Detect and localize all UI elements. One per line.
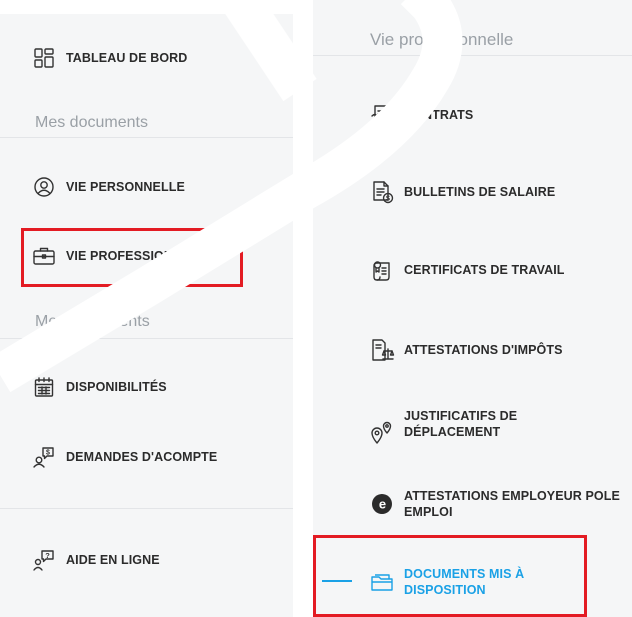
svg-text:e: e [379,497,386,512]
submenu-panel [313,0,632,617]
sidebar-item-disponibilites[interactable]: DISPONIBILITÉS [30,373,167,401]
sidebar-item-label: DISPONIBILITÉS [66,380,167,394]
divider [0,338,293,339]
sidebar-item-vie-personnelle[interactable]: VIE PERSONNELLE [30,173,185,201]
user-circle-icon [30,173,58,201]
contract-icon [368,101,396,129]
submenu-item-label: JUSTIFICATIFS DE DÉPLACEMENT [404,409,518,439]
person-money-bubble-icon: $ [30,443,58,471]
submenu-item-label: ATTESTATIONS D'IMPÔTS [404,343,563,357]
payslip-icon: $ [368,178,396,206]
submenu-item-justificatifs[interactable]: JUSTIFICATIFS DE DÉPLACEMENT [368,408,524,444]
highlight-box [313,535,587,617]
submenu-item-bulletins[interactable]: $ BULLETINS DE SALAIRE [368,178,555,206]
svg-text:$: $ [46,450,50,457]
certificate-icon [368,256,396,284]
submenu-item-contrats[interactable]: CONTRATS [368,101,473,129]
sidebar-item-dashboard[interactable]: TABLEAU DE BORD [30,44,187,72]
tax-scale-icon [368,336,396,364]
dashboard-grid-icon [30,44,58,72]
submenu-item-attestations-impots[interactable]: ATTESTATIONS D'IMPÔTS [368,336,563,364]
highlight-box [21,228,243,287]
help-person-bubble-icon: ? [30,546,58,574]
divider [0,508,293,509]
location-pins-icon [368,418,396,446]
pole-emploi-icon: e [368,490,396,518]
submenu-item-label: CERTIFICATS DE TRAVAIL [404,263,565,277]
submenu-item-certificats[interactable]: CERTIFICATS DE TRAVAIL [368,256,565,284]
submenu-title: Vie professionnelle [370,30,514,49]
calendar-icon [30,373,58,401]
svg-text:?: ? [45,551,50,560]
sidebar-item-label: TABLEAU DE BORD [66,51,188,65]
sidebar-item-label: DEMANDES D'ACOMPTE [66,450,218,464]
submenu-item-label: ATTESTATIONS EMPLOYEUR POLE EMPLOI [404,489,620,519]
sidebar-item-demandes-acompte[interactable]: $ DEMANDES D'ACOMPTE [30,443,217,471]
sidebar-item-label: VIE PERSONNELLE [66,180,185,194]
submenu-item-label: BULLETINS DE SALAIRE [404,185,556,199]
sidebar-item-label: AIDE EN LIGNE [66,553,160,567]
sidebar [0,0,293,617]
divider [313,55,632,56]
svg-text:$: $ [386,196,390,203]
sidebar-item-aide[interactable]: ? AIDE EN LIGNE [30,546,160,574]
sidebar-top-gap [0,0,293,14]
section-heading-traitements: Mes traîtements [35,313,150,330]
divider [0,137,293,138]
submenu-item-pole-emploi[interactable]: e ATTESTATIONS EMPLOYEUR POLE EMPLOI [368,488,624,520]
submenu-item-label: CONTRATS [404,108,474,122]
section-heading-documents: Mes documents [35,114,148,131]
